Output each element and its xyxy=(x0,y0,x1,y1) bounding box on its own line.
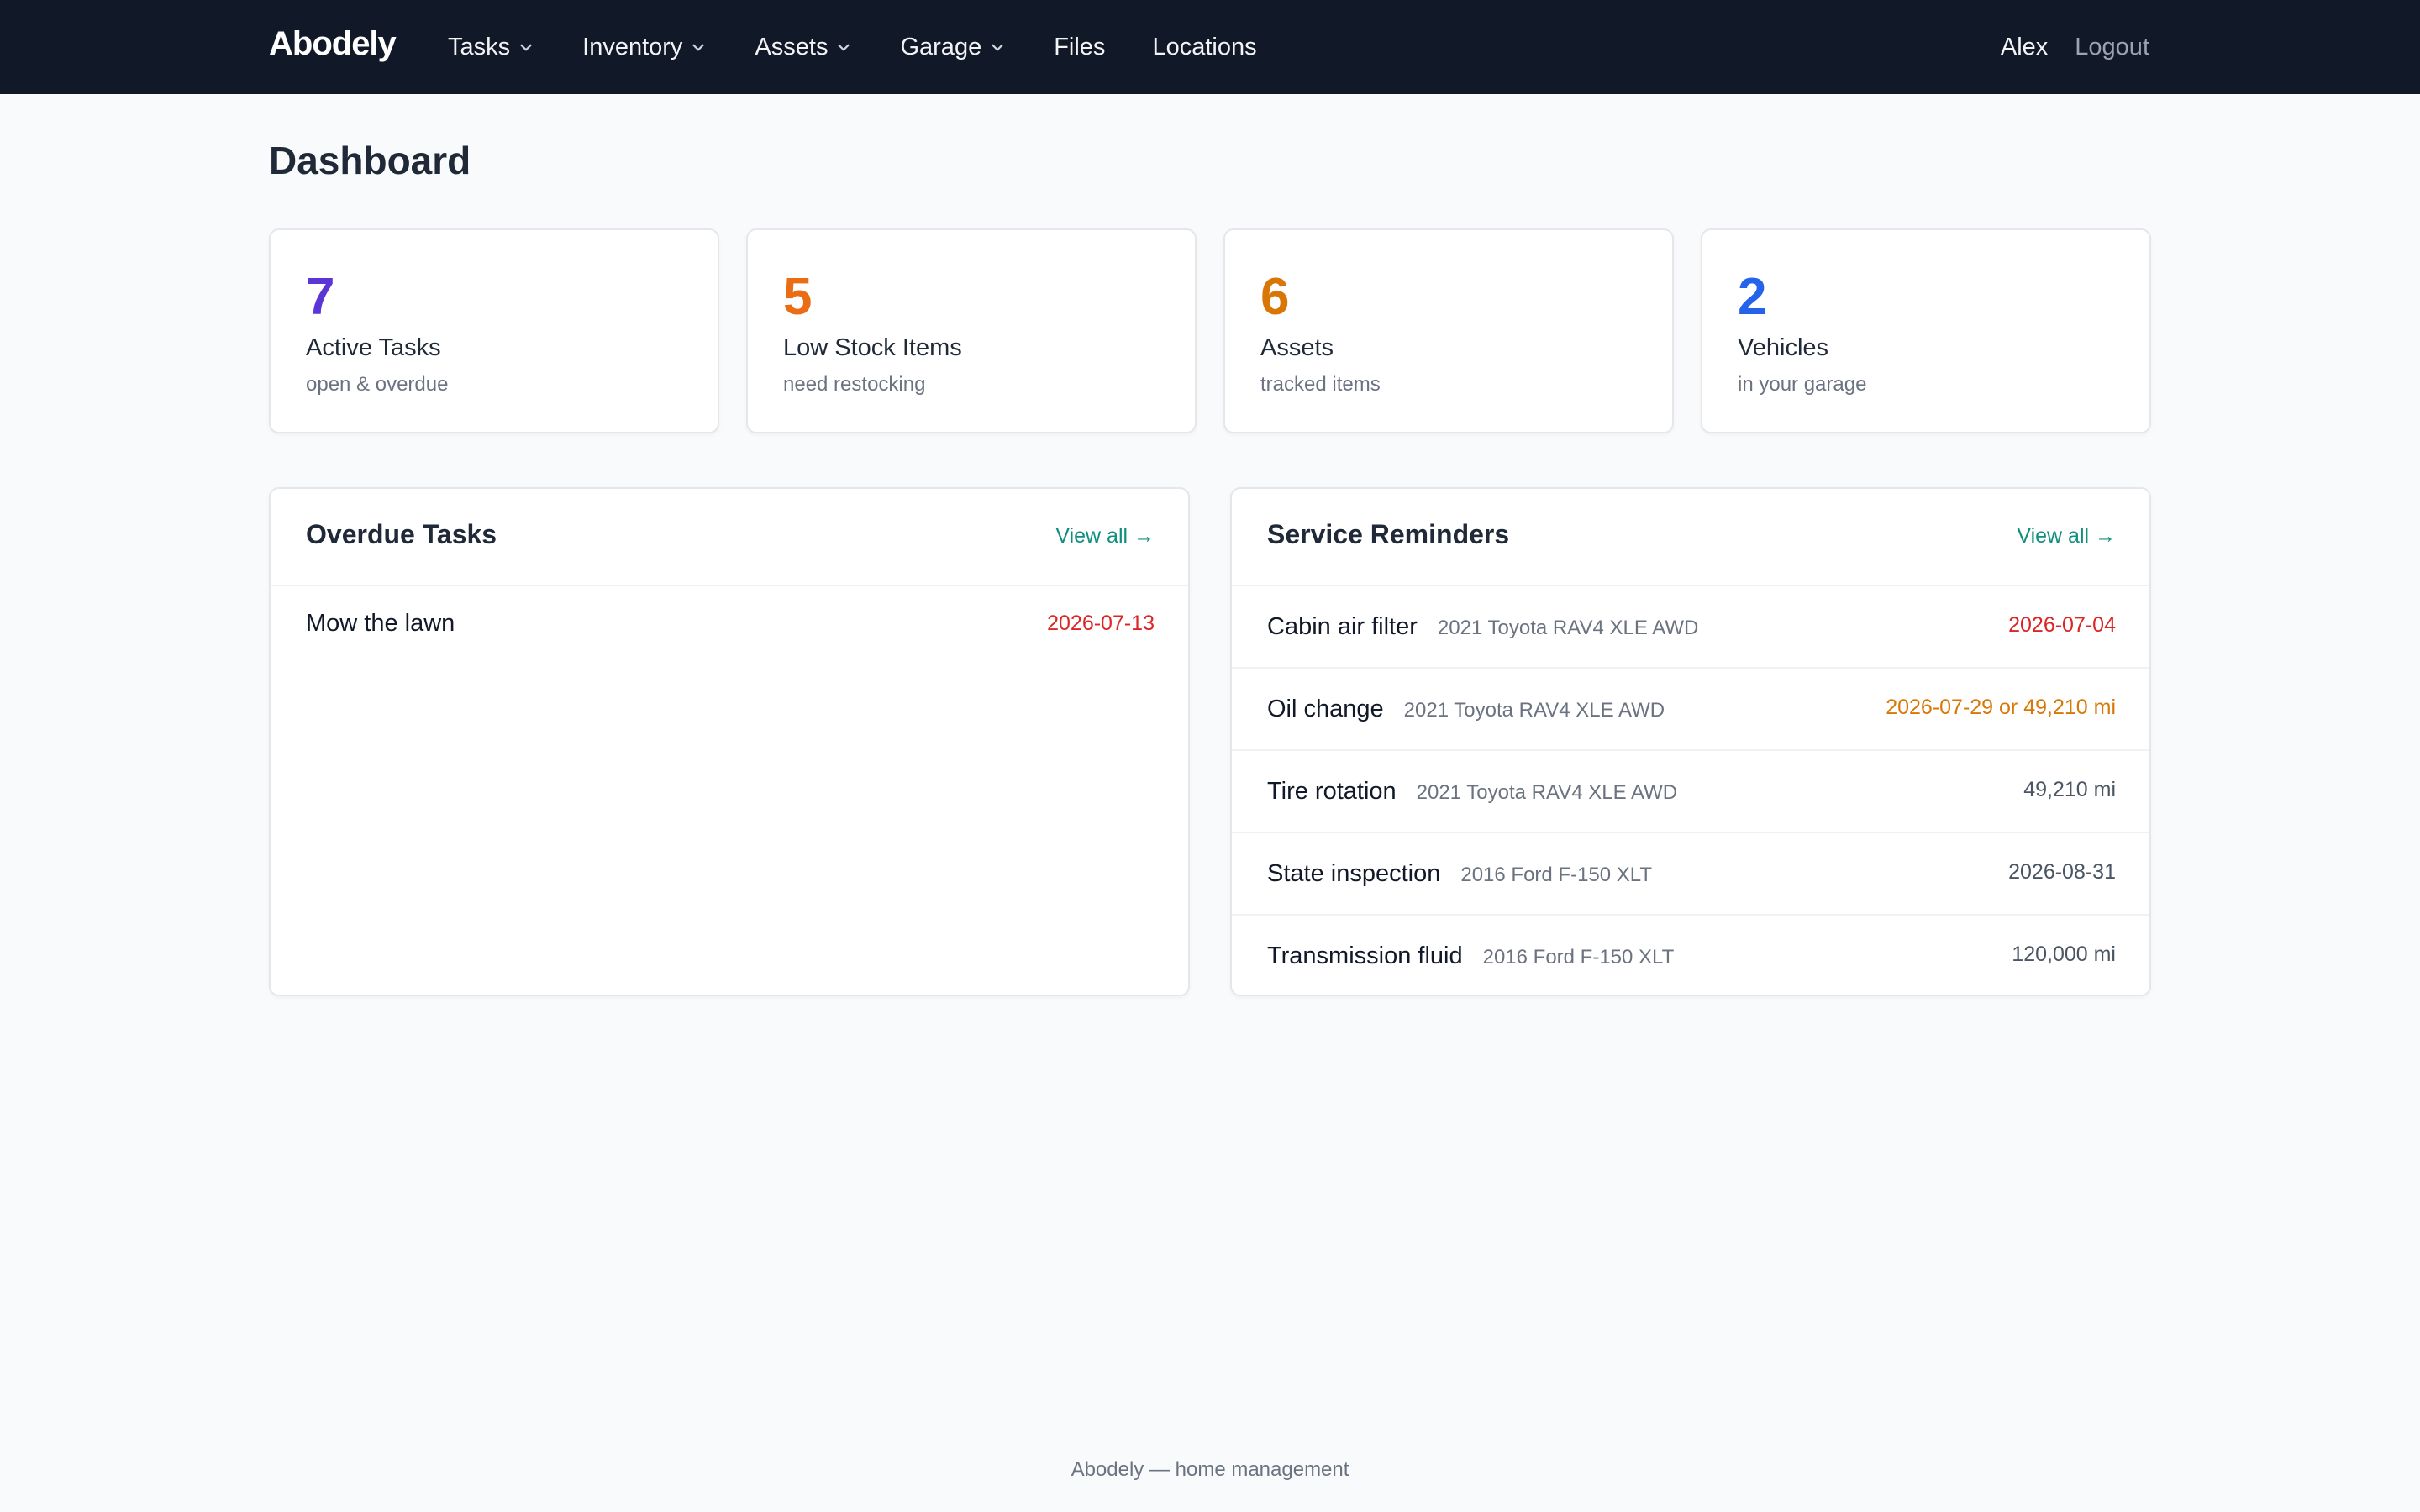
reminder-row[interactable]: Transmission fluid 2016 Ford F-150 XLT 12… xyxy=(1232,916,2149,995)
task-due-date: 2026-07-13 xyxy=(1047,612,1155,635)
reminder-name: Transmission fluid xyxy=(1267,942,1463,969)
brand-logo[interactable]: Abodely xyxy=(269,25,397,63)
panel-title: Overdue Tasks xyxy=(306,519,497,549)
nav-item-assets[interactable]: Assets xyxy=(755,34,853,61)
user-name[interactable]: Alex xyxy=(2001,34,2048,61)
nav-item-locations[interactable]: Locations xyxy=(1152,34,1256,61)
stat-subtext: need restocking xyxy=(783,373,926,396)
view-all-tasks-link[interactable]: View all → xyxy=(1055,524,1155,549)
stat-card-vehicles[interactable]: 2 Vehicles in your garage xyxy=(1701,228,2151,433)
reminder-due: 2026-07-29 or 49,210 mi xyxy=(1886,696,2116,719)
reminder-due: 2026-07-04 xyxy=(2008,613,2116,637)
nav-item-garage[interactable]: Garage xyxy=(900,34,1007,61)
nav-item-label: Inventory xyxy=(582,33,683,60)
reminder-name: Oil change xyxy=(1267,696,1384,722)
stat-label: Assets xyxy=(1260,334,1334,361)
stat-value: 7 xyxy=(306,268,335,326)
reminder-due: 120,000 mi xyxy=(2012,942,2116,966)
panel-header: Overdue Tasks View all → xyxy=(271,489,1188,586)
stat-card-low-stock[interactable]: 5 Low Stock Items need restocking xyxy=(746,228,1197,433)
stat-value: 5 xyxy=(783,268,813,326)
reminder-row[interactable]: State inspection 2016 Ford F-150 XLT 2026… xyxy=(1232,833,2149,916)
stat-subtext: open & overdue xyxy=(306,373,449,396)
chevron-down-icon xyxy=(520,44,532,51)
nav-item-label: Garage xyxy=(900,33,982,60)
page-title: Dashboard xyxy=(269,139,471,182)
chevron-down-icon xyxy=(838,44,850,51)
reminder-due: 2026-08-31 xyxy=(2008,860,2116,884)
nav-item-label: Tasks xyxy=(448,33,511,60)
reminder-vehicle: 2016 Ford F-150 XLT xyxy=(1460,864,1653,886)
reminder-vehicle: 2021 Toyota RAV4 XLE AWD xyxy=(1437,617,1699,639)
overdue-tasks-panel: Overdue Tasks View all → Mow the lawn 20… xyxy=(269,487,1190,996)
task-title: Mow the lawn xyxy=(306,610,455,637)
view-all-reminders-link[interactable]: View all → xyxy=(2017,524,2116,549)
reminder-vehicle: 2021 Toyota RAV4 XLE AWD xyxy=(1416,781,1678,804)
reminder-due: 49,210 mi xyxy=(2023,778,2116,801)
stat-label: Low Stock Items xyxy=(783,334,962,361)
logout-link[interactable]: Logout xyxy=(2075,34,2149,61)
task-row[interactable]: Mow the lawn 2026-07-13 xyxy=(271,586,1188,664)
service-reminders-panel: Service Reminders View all → Cabin air f… xyxy=(1230,487,2151,996)
nav-menu: Tasks Inventory Assets Garage Files Loca… xyxy=(448,0,1304,94)
nav-item-files[interactable]: Files xyxy=(1054,34,1105,61)
nav-item-inventory[interactable]: Inventory xyxy=(582,34,708,61)
reminder-name: Tire rotation xyxy=(1267,778,1397,805)
stat-value: 6 xyxy=(1260,268,1290,326)
footer-text: Abodely — home management xyxy=(1071,1458,1349,1481)
stat-card-active-tasks[interactable]: 7 Active Tasks open & overdue xyxy=(269,228,719,433)
panel-header: Service Reminders View all → xyxy=(1232,489,2149,586)
stat-label: Active Tasks xyxy=(306,334,441,361)
stat-subtext: in your garage xyxy=(1738,373,1867,396)
reminder-vehicle: 2016 Ford F-150 XLT xyxy=(1482,946,1675,969)
user-menu: Alex Logout xyxy=(2001,0,2149,94)
nav-item-label: Files xyxy=(1054,33,1106,60)
stat-subtext: tracked items xyxy=(1260,373,1381,396)
chevron-down-icon xyxy=(992,44,1003,51)
reminder-name: State inspection xyxy=(1267,860,1441,887)
nav-item-tasks[interactable]: Tasks xyxy=(448,34,535,61)
top-navbar: Abodely Tasks Inventory Assets Garage Fi… xyxy=(0,0,2420,94)
reminder-row[interactable]: Tire rotation 2021 Toyota RAV4 XLE AWD 49… xyxy=(1232,751,2149,833)
stat-value: 2 xyxy=(1738,268,1767,326)
reminder-name: Cabin air filter xyxy=(1267,613,1418,640)
reminder-vehicle: 2021 Toyota RAV4 XLE AWD xyxy=(1403,699,1665,722)
reminder-row[interactable]: Cabin air filter 2021 Toyota RAV4 XLE AWD… xyxy=(1232,586,2149,669)
stat-card-assets[interactable]: 6 Assets tracked items xyxy=(1223,228,1674,433)
reminder-row[interactable]: Oil change 2021 Toyota RAV4 XLE AWD 2026-… xyxy=(1232,669,2149,751)
panel-title: Service Reminders xyxy=(1267,519,1510,549)
nav-item-label: Assets xyxy=(755,33,829,60)
nav-item-label: Locations xyxy=(1152,33,1257,60)
stat-label: Vehicles xyxy=(1738,334,1829,361)
chevron-down-icon xyxy=(692,44,705,51)
